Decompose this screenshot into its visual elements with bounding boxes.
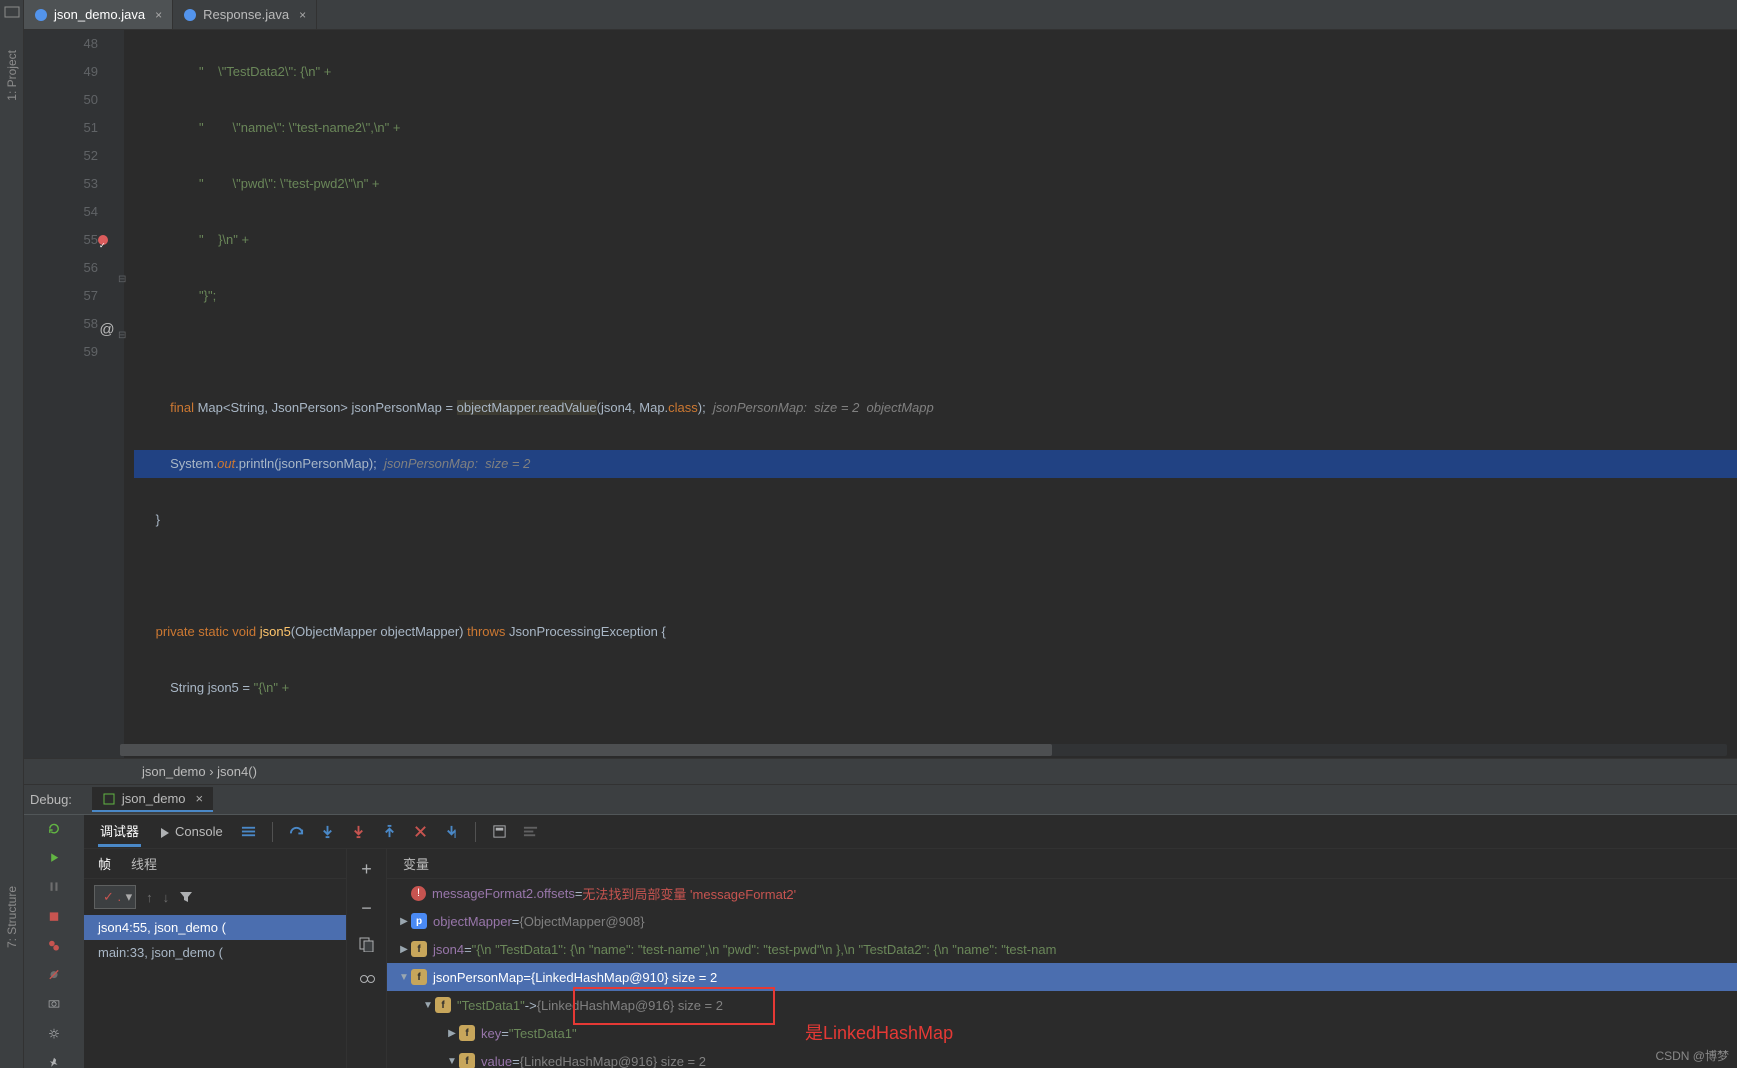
close-icon[interactable]: × [196,791,204,806]
twistie-icon[interactable]: ▶ [397,916,411,927]
fold-icon[interactable]: ⊟ [118,266,126,294]
step-over-icon[interactable] [289,824,304,839]
step-out-icon[interactable] [382,824,397,839]
pin-icon[interactable] [46,1057,62,1068]
vars-toolbar: + − [347,849,387,1068]
variable-row[interactable]: ▼fvalue = {LinkedHashMap@916} size = 2 [387,1047,1737,1068]
force-step-into-icon[interactable] [351,824,366,839]
frame-item[interactable]: json4:55, json_demo ( [84,915,346,940]
variable-row[interactable]: ▼fjsonPersonMap = {LinkedHashMap@910} si… [387,963,1737,991]
code-area[interactable]: " \"TestData2\": {\n" + " \"name\": \"te… [124,30,1737,758]
copy-icon[interactable] [359,937,374,952]
debug-label: Debug: [30,792,72,807]
console-tab[interactable]: Console [157,820,225,843]
horizontal-scrollbar[interactable] [120,744,1727,756]
twistie-icon[interactable]: ▼ [421,1000,435,1011]
code-line: " \"TestData2\": {\n" + [199,64,331,79]
breakpoint-icon[interactable] [98,235,108,245]
code-line: " }\n" + [199,232,249,247]
field-icon: f [459,1025,475,1041]
run-config-icon [102,792,116,806]
svg-text:I: I [453,827,456,839]
trace-icon[interactable] [523,824,538,839]
debug-session-bar: Debug: json_demo × [24,784,1737,815]
remove-watch-icon[interactable]: − [361,898,372,919]
variable-row[interactable]: ▶fkey = "TestData1" [387,1019,1737,1047]
close-icon[interactable]: × [155,8,162,22]
twistie-icon[interactable]: ▼ [397,972,411,983]
code-line: " \"pwd\": \"test-pwd2\"\n" + [199,176,380,191]
frames-tab[interactable]: 帧 [98,854,111,873]
twistie-icon[interactable]: ▼ [445,1056,459,1067]
debug-toolbar: 调试器 Console I [84,815,1737,849]
variable-row[interactable]: !messageFormat2.offsets = 无法找到局部变量 'mess… [387,879,1737,907]
view-breakpoints-icon[interactable] [46,940,62,951]
gutter[interactable]: 484950515253545556575859 ⊟ ⊟ [24,30,124,758]
stop-icon[interactable] [46,911,62,922]
threads-tab[interactable]: 线程 [131,854,157,873]
thread-selector[interactable]: ✓ . [94,885,136,909]
editor-tab[interactable]: json_demo.java× [24,0,173,29]
code-editor[interactable]: 484950515253545556575859 ⊟ ⊟ " \"TestDat… [24,30,1737,758]
variables-tree[interactable]: 是LinkedHashMap !messageFormat2.offsets =… [387,879,1737,1068]
resume-icon[interactable] [46,852,62,863]
debugger-tab[interactable]: 调试器 [98,817,141,847]
left-tool-rail: 1: Project 7: Structure [0,0,24,1068]
rerun-icon[interactable] [46,823,62,834]
param-icon: p [411,913,427,929]
editor-tab[interactable]: Response.java× [173,0,317,29]
editor-tabs: json_demo.java×Response.java× [24,0,1737,30]
project-icon[interactable] [4,4,20,20]
step-into-icon[interactable] [320,824,335,839]
code-line: "}"; [199,288,216,303]
debug-side-toolbar [24,815,84,1068]
twistie-icon[interactable]: ▶ [445,1028,459,1039]
evaluate-icon[interactable] [492,824,507,839]
prev-frame-icon[interactable]: ↑ [146,890,153,905]
next-frame-icon[interactable]: ↓ [163,890,170,905]
field-icon: f [411,969,427,985]
code-line: " \"name\": \"test-name2\",\n" + [199,120,400,135]
pause-icon[interactable] [46,881,62,892]
play-icon [159,827,171,839]
run-to-cursor-icon[interactable]: I [444,824,459,839]
variable-row[interactable]: ▶fjson4 = "{\n "TestData1": {\n "name": … [387,935,1737,963]
filter-icon[interactable] [179,890,193,904]
error-icon: ! [411,886,426,901]
settings-icon[interactable] [46,1028,62,1039]
structure-rail-label[interactable]: 7: Structure [5,886,19,948]
drop-frame-icon[interactable] [413,824,428,839]
frame-item[interactable]: main:33, json_demo ( [84,940,346,965]
frames-pane: 帧 线程 ✓ . ↑ ↓ json4:55, json_demo (main:3… [84,849,347,1068]
java-file-icon [183,8,197,22]
frame-list[interactable]: json4:55, json_demo (main:33, json_demo … [84,915,346,1068]
override-icon[interactable]: @ [97,321,117,338]
field-icon: f [459,1053,475,1068]
field-icon: f [411,941,427,957]
add-watch-icon[interactable]: + [361,859,372,880]
twistie-icon[interactable]: ▶ [397,944,411,955]
variable-row[interactable]: ▶pobjectMapper = {ObjectMapper@908} [387,907,1737,935]
camera-icon[interactable] [46,998,62,1009]
variables-header: 变量 [387,849,1737,879]
threads-icon[interactable] [241,824,256,839]
debug-session-tab[interactable]: json_demo × [92,787,213,812]
field-icon: f [435,997,451,1013]
variable-row[interactable]: ▼f"TestData1" -> {LinkedHashMap@916} siz… [387,991,1737,1019]
fold-icon[interactable]: ⊟ [118,322,126,350]
project-rail-label[interactable]: 1: Project [5,50,19,101]
watermark: CSDN @博梦 [1655,1047,1729,1064]
mute-breakpoints-icon[interactable] [46,969,62,980]
close-icon[interactable]: × [299,8,306,22]
breadcrumb[interactable]: json_demo › json4() [24,758,1737,784]
java-file-icon [34,8,48,22]
glasses-icon[interactable] [359,970,375,986]
